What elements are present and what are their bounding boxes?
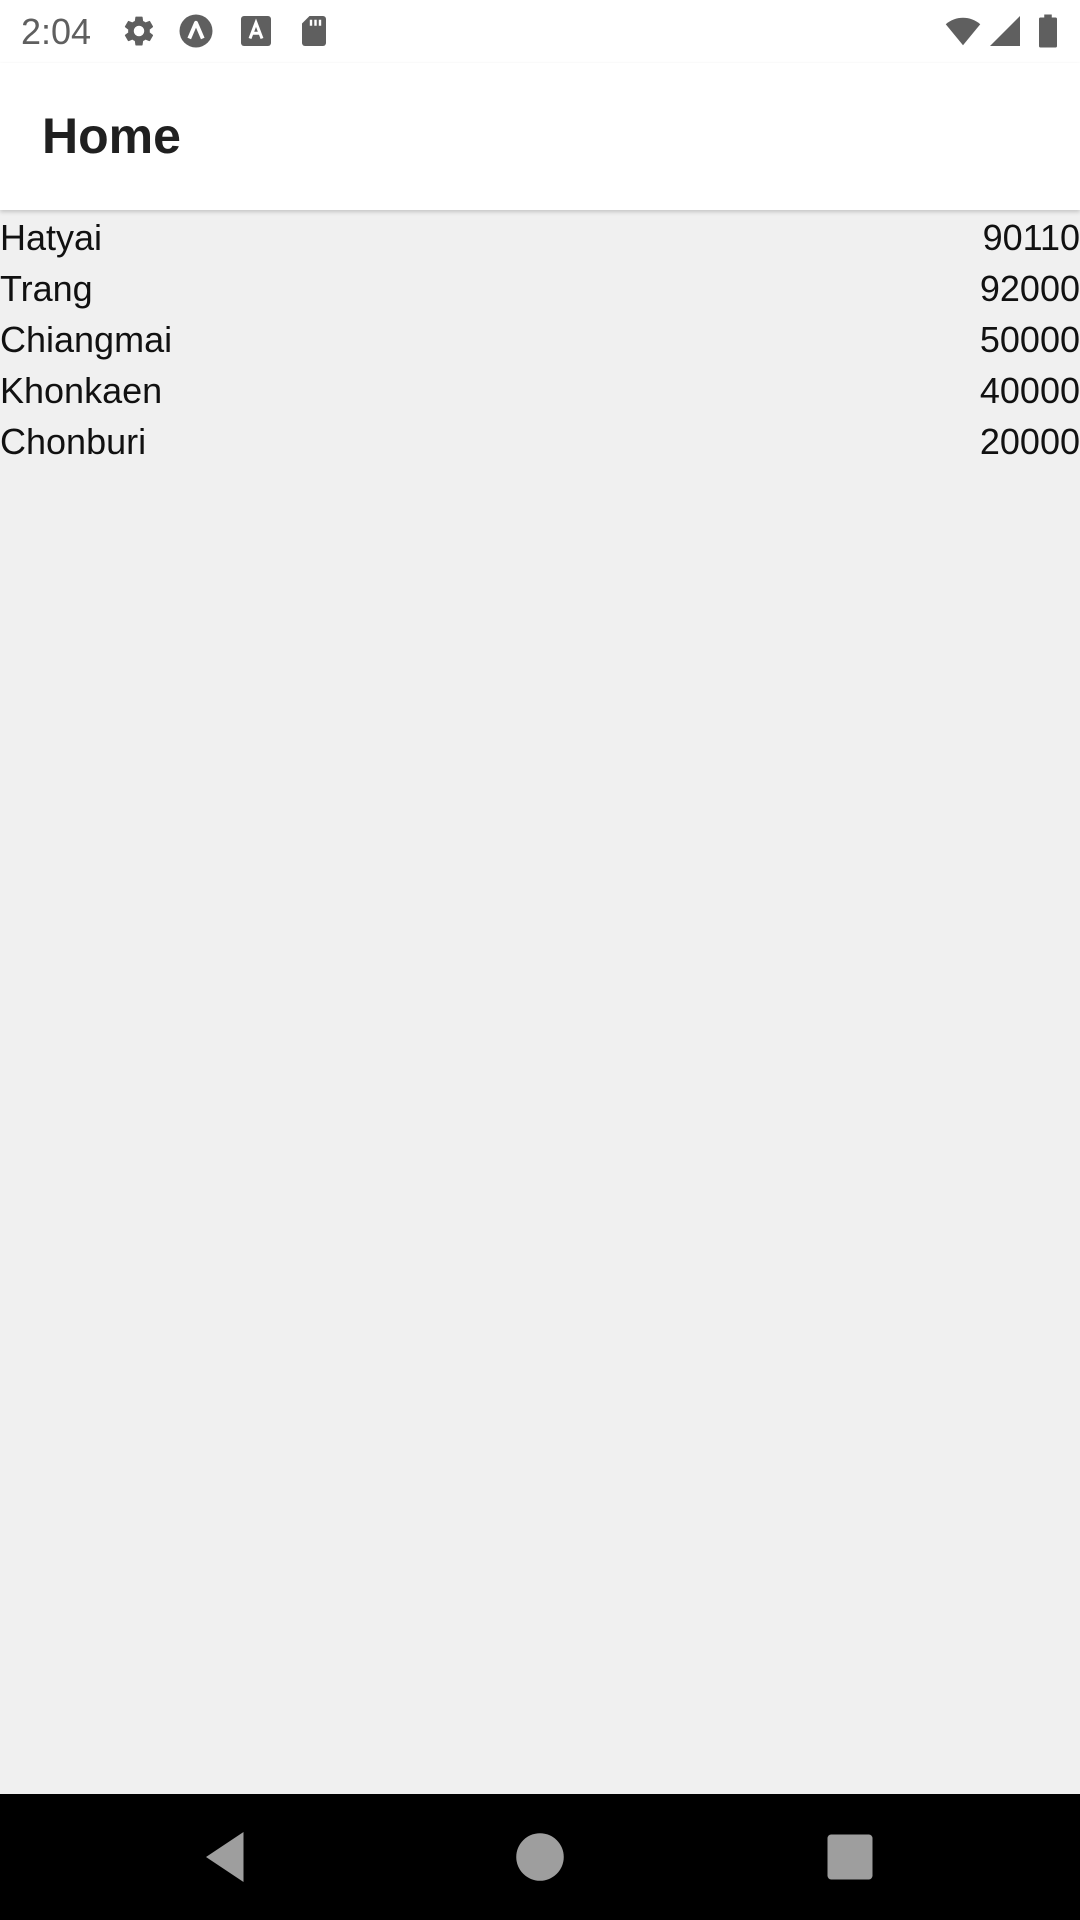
city-name: Trang bbox=[0, 267, 93, 309]
page-title: Home bbox=[42, 108, 181, 164]
city-name: Chiangmai bbox=[0, 318, 173, 360]
list-item[interactable]: Chiangmai 50000 bbox=[0, 314, 1080, 365]
back-icon[interactable] bbox=[196, 1827, 256, 1887]
wifi-icon bbox=[945, 17, 981, 46]
list-item[interactable]: Trang 92000 bbox=[0, 263, 1080, 314]
home-icon[interactable] bbox=[510, 1827, 570, 1887]
sd-card-icon bbox=[302, 16, 326, 46]
content-area: Hatyai 90110 Trang 92000 Chiangmai 50000… bbox=[0, 212, 1080, 1794]
city-name: Hatyai bbox=[0, 216, 103, 258]
battery-icon bbox=[1039, 14, 1057, 48]
recents-icon[interactable] bbox=[820, 1827, 880, 1887]
app-bar: Home bbox=[0, 63, 1080, 210]
postal-code: 92000 bbox=[979, 267, 1080, 309]
postal-code: 90110 bbox=[982, 216, 1080, 258]
status-time: 2:04 bbox=[21, 11, 92, 52]
a-circle-icon bbox=[179, 14, 213, 48]
list-item[interactable]: Chonburi 20000 bbox=[0, 416, 1080, 467]
postal-code: 50000 bbox=[979, 318, 1080, 360]
a-square-icon bbox=[241, 16, 271, 46]
status-bar: 2:04 bbox=[0, 0, 1080, 63]
city-name: Chonburi bbox=[0, 420, 147, 462]
list-item[interactable]: Khonkaen 40000 bbox=[0, 365, 1080, 416]
postal-code: 40000 bbox=[979, 369, 1080, 411]
postal-code: 20000 bbox=[979, 420, 1080, 462]
navigation-bar bbox=[0, 1794, 1080, 1920]
city-name: Khonkaen bbox=[0, 369, 163, 411]
cell-signal-icon bbox=[990, 16, 1020, 46]
gear-icon bbox=[124, 16, 154, 46]
list-item[interactable]: Hatyai 90110 bbox=[0, 212, 1080, 263]
